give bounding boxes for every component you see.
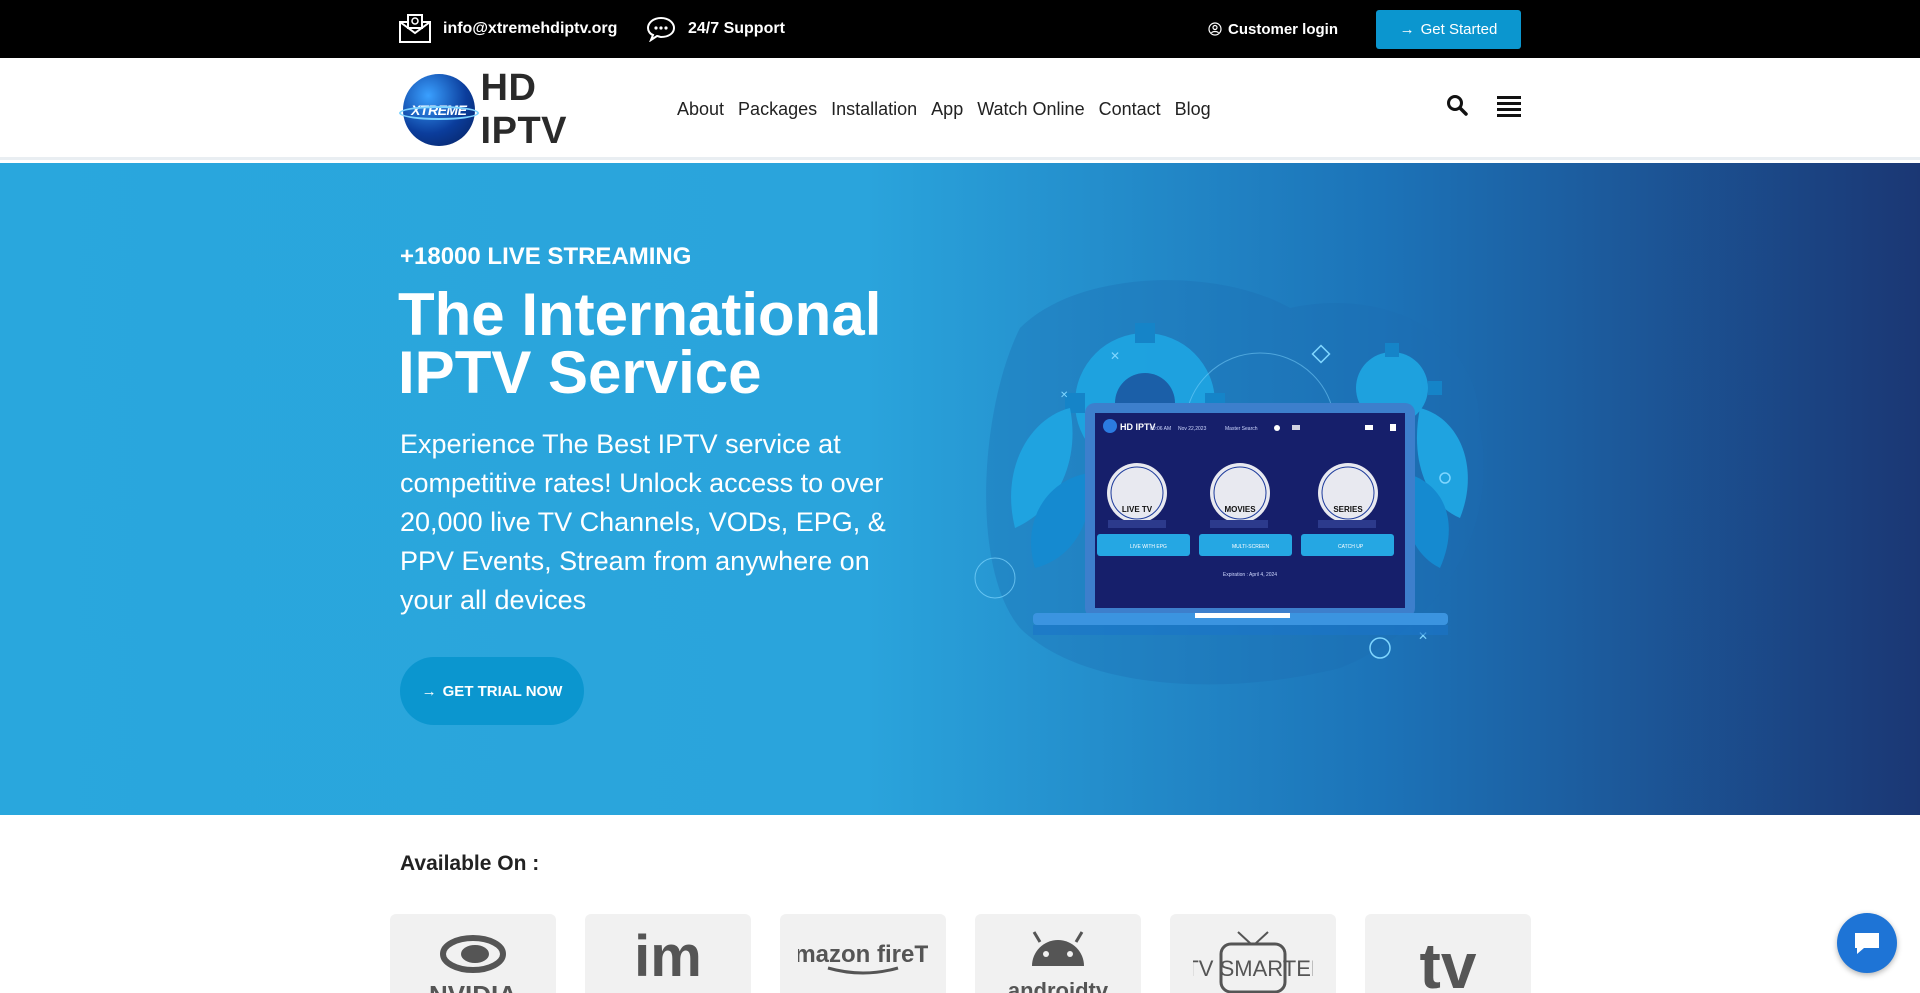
nav-packages[interactable]: Packages — [738, 99, 817, 120]
nav-contact[interactable]: Contact — [1099, 99, 1161, 120]
platform-iptv-smarters[interactable]: IPTV SMARTERS — [1170, 914, 1336, 993]
customer-login-text: Customer login — [1228, 20, 1339, 38]
screen-search: Master Search — [1225, 426, 1258, 432]
hamburger-menu-icon[interactable] — [1497, 96, 1521, 123]
email-text: info@xtremehdiptv.org — [443, 20, 618, 37]
nvidia-logo-icon: NVIDIA — [429, 935, 517, 993]
top-bar: info@xtremehdiptv.org 24/7 Support Custo… — [0, 0, 1920, 58]
screen-btn-live-epg: LIVE WITH EPG — [1130, 544, 1167, 550]
svg-text:amazon fireTV: amazon fireTV — [798, 941, 928, 968]
svg-text:androidtv: androidtv — [1008, 978, 1109, 993]
android-logo-icon: androidtv — [1008, 931, 1109, 993]
screen-time: 00:06 AM — [1150, 426, 1171, 432]
customer-login-link[interactable]: Customer login — [1208, 0, 1338, 58]
chat-icon — [1855, 933, 1879, 954]
laptop-illustration: ✕ ✕ ✕ HD IPTV 00:06 AM Nov 22,2023 Maste… — [974, 280, 1484, 685]
logo-text: HD IPTV — [480, 67, 568, 152]
nav-installation[interactable]: Installation — [831, 99, 917, 120]
platform-amazon-firetv[interactable]: amazon fireTV — [780, 914, 946, 993]
screen-btn-multiscreen: MULTI-SCREEN — [1232, 544, 1270, 550]
nav-about[interactable]: About — [677, 99, 724, 120]
available-on-title: Available On : — [400, 852, 540, 875]
get-started-label: Get Started — [1420, 21, 1498, 38]
im-logo-icon: im — [634, 926, 702, 989]
search-icon[interactable] — [1446, 94, 1468, 121]
svg-text:NVIDIA: NVIDIA — [429, 980, 517, 993]
svg-text:IPTV SMARTERS: IPTV SMARTERS — [1193, 956, 1313, 981]
svg-text:tv: tv — [1420, 930, 1477, 993]
apple-tv-logo-icon: tv — [1420, 930, 1477, 993]
get-trial-label: GET TRIAL NOW — [442, 682, 563, 700]
screen-btn-catchup: CATCH UP — [1338, 544, 1364, 550]
logo-ball-text: XTREME — [411, 102, 467, 118]
site-logo[interactable]: XTREME HD IPTV — [399, 67, 633, 152]
get-started-button[interactable]: → Get Started — [1376, 10, 1521, 49]
get-trial-button[interactable]: → GET TRIAL NOW — [400, 657, 584, 725]
hero-section: +18000 LIVE STREAMING The International … — [0, 163, 1920, 815]
screen-expiration: Expiration : April 4, 2024 — [1223, 572, 1277, 578]
screen-tile-movies: MOVIES — [1224, 505, 1256, 514]
platform-nvidia[interactable]: NVIDIA — [390, 914, 556, 993]
arrow-right-icon: → — [1399, 21, 1415, 38]
hero-description: Experience The Best IPTV service at comp… — [400, 429, 886, 615]
amazon-firetv-logo-icon: amazon fireTV — [798, 941, 928, 975]
platform-im[interactable]: im — [585, 914, 751, 993]
hero-title: The International IPTV Service — [398, 281, 882, 406]
iptv-smarters-logo-icon: IPTV SMARTERS — [1193, 931, 1313, 993]
screen-tile-live-tv: LIVE TV — [1122, 505, 1153, 514]
support-contact[interactable]: 24/7 Support — [646, 0, 785, 58]
support-text: 24/7 Support — [688, 20, 785, 37]
svg-text:✕: ✕ — [1060, 390, 1068, 401]
svg-text:im: im — [634, 926, 702, 989]
main-header: XTREME HD IPTV About Packages Installati… — [0, 58, 1920, 160]
arrow-right-icon: → — [421, 682, 437, 700]
screen-date: Nov 22,2023 — [1178, 426, 1207, 432]
logo-globe-icon: XTREME — [399, 74, 479, 146]
hero-kicker: +18000 LIVE STREAMING — [400, 243, 692, 270]
live-chat-button[interactable] — [1837, 913, 1897, 973]
nav-app[interactable]: App — [931, 99, 963, 120]
mail-icon — [399, 14, 431, 44]
nav-watch-online[interactable]: Watch Online — [977, 99, 1084, 120]
chat-bubble-icon — [646, 16, 676, 42]
platform-androidtv[interactable]: androidtv — [975, 914, 1141, 993]
platform-apple-tv[interactable]: tv — [1365, 914, 1531, 993]
main-nav: About Packages Installation App Watch On… — [677, 58, 1225, 160]
email-contact[interactable]: info@xtremehdiptv.org — [399, 0, 617, 58]
platform-list: NVIDIA im amazon fireTV androidtv IPTV S… — [390, 914, 1560, 993]
svg-text:✕: ✕ — [1110, 349, 1120, 363]
user-icon — [1208, 22, 1222, 36]
screen-tile-series: SERIES — [1333, 505, 1363, 514]
nav-blog[interactable]: Blog — [1175, 99, 1211, 120]
